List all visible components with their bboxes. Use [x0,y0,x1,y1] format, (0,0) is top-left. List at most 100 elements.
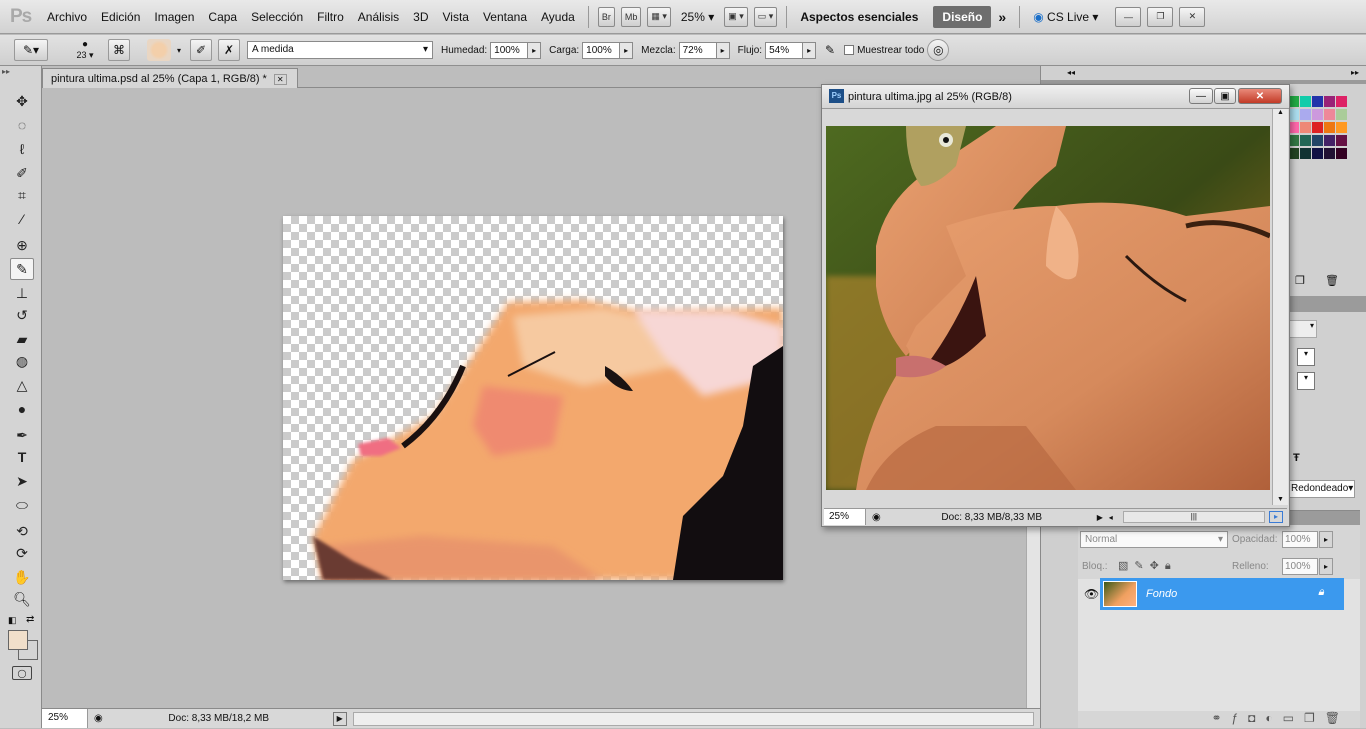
close-window-button[interactable]: ✕ [1179,6,1206,27]
floating-vertical-scrollbar[interactable]: ▲ ▼ [1272,109,1288,505]
humidity-slider-toggle[interactable]: ▸ [528,41,542,59]
menu-ayuda[interactable]: Ayuda [534,10,582,24]
load-input[interactable]: 100% [582,41,621,59]
scroll-right-icon[interactable]: ▸ [1269,511,1283,523]
color-swatch[interactable] [1324,109,1335,120]
pen-tool-icon[interactable]: ✒ [10,424,34,446]
marquee-tool-icon[interactable]: ◌ [10,114,34,136]
quick-mask-icon[interactable]: ◯ [12,666,32,680]
view-extras-icon[interactable]: ▦ ▾ [647,6,671,27]
horizontal-scrollbar[interactable] [352,711,1034,726]
minimize-button[interactable]: — [1189,88,1213,104]
opacity-input[interactable]: 100% [1282,531,1318,548]
blur-tool-icon[interactable]: △ [10,374,34,396]
arrange-documents-icon[interactable]: ▣ ▾ [724,6,748,27]
expand-dock-icon[interactable]: ▸▸ [1351,68,1359,77]
color-swatch[interactable] [1336,135,1347,146]
path-selection-tool-icon[interactable]: ➤ [10,470,34,492]
brush-preset-picker[interactable]: ● 23 ▾ [65,39,105,61]
move-tool-icon[interactable]: ✥ [10,90,34,112]
default-colors-icon[interactable]: ◧ [8,615,17,626]
dropdown-arrow-icon[interactable]: ▾ [1297,372,1315,390]
humidity-input[interactable]: 100% [490,41,529,59]
zoom-field[interactable]: 25% [42,709,88,728]
lock-icons[interactable]: ▧✎✥🔒︎ [1118,559,1177,573]
shape-tool-icon[interactable]: ⬭ [10,494,34,516]
menu-archivo[interactable]: Archivo [40,10,94,24]
mixer-brush-tool-icon[interactable]: ✎ [10,258,34,280]
dropdown-arrow-icon[interactable]: ▾ [1297,348,1315,366]
color-swatch[interactable] [1336,96,1347,107]
layer-actions-icons[interactable]: ⚭ƒ◘◐▭❐🗑︎ [1098,711,1360,729]
color-swatch[interactable] [1336,122,1347,133]
3d-rotate-tool-icon[interactable]: ⟲ [10,520,34,542]
color-swatch[interactable] [1336,148,1347,159]
flow-slider-toggle[interactable]: ▸ [803,41,817,59]
zoom-tool-icon[interactable]: 🔍︎ [10,588,34,610]
workspace-essentials[interactable]: Aspectos esenciales [793,10,925,24]
opacity-slider-toggle[interactable]: ▸ [1319,531,1333,548]
color-swatch[interactable] [1300,148,1311,159]
3d-orbit-tool-icon[interactable]: ⟳ [10,542,34,564]
airbrush-icon[interactable]: ✎ [819,39,841,61]
hand-tool-icon[interactable]: ✋ [10,566,34,588]
new-swatch-icon[interactable]: ❐ [1295,274,1305,287]
blend-mode-select[interactable]: Normal ▾ [1080,531,1228,548]
more-workspaces-icon[interactable]: » [991,9,1013,25]
menu-filtro[interactable]: Filtro [310,10,351,24]
tool-preset-picker-icon[interactable]: ✎▾ [14,39,48,61]
blend-preset-select[interactable]: A medida ▾ [247,41,434,59]
mix-slider-toggle[interactable]: ▸ [716,41,730,59]
reference-photo[interactable] [826,126,1270,490]
clean-brush-icon[interactable]: ✗ [218,39,241,61]
floating-window-titlebar[interactable]: Ps pintura ultima.jpg al 25% (RGB/8) — ▣… [822,85,1289,109]
scroll-left-icon[interactable]: ◂ [1109,513,1123,522]
zoom-level-menu[interactable]: 25% ▾ [674,10,721,24]
menu-edicion[interactable]: Edición [94,10,147,24]
screen-mode-icon[interactable]: ▭ ▾ [753,6,778,27]
scroll-up-icon[interactable]: ▲ [1273,109,1288,116]
color-swatch[interactable] [1300,96,1311,107]
minimize-window-button[interactable]: — [1115,6,1142,27]
floating-document-window[interactable]: Ps pintura ultima.jpg al 25% (RGB/8) — ▣… [821,84,1290,527]
tablet-pressure-icon[interactable]: ◎ [927,39,950,61]
color-swatch[interactable] [1300,122,1311,133]
color-swatch[interactable] [1312,122,1323,133]
menu-3d[interactable]: 3D [406,10,435,24]
color-swatch[interactable] [1324,96,1335,107]
menu-capa[interactable]: Capa [201,10,244,24]
status-menu-arrow-icon[interactable]: ▶ [332,711,347,726]
bridge-button[interactable]: Br [597,6,615,27]
collapse-panel-icon[interactable]: ▸▸ [2,67,10,76]
clone-stamp-tool-icon[interactable]: ⊥ [10,282,34,304]
flow-input[interactable]: 54% [765,41,804,59]
close-tab-icon[interactable]: ✕ [273,74,287,85]
fill-slider-toggle[interactable]: ▸ [1319,558,1333,575]
color-swatch[interactable] [1324,148,1335,159]
color-swatch[interactable] [1336,109,1347,120]
color-swatch[interactable] [1324,135,1335,146]
floating-zoom-field[interactable]: 25% [824,509,866,525]
foreground-color-swatch[interactable] [8,630,28,650]
color-swatch[interactable] [1324,122,1335,133]
close-button[interactable]: ✕ [1238,88,1282,104]
dropdown-arrow-icon[interactable]: ▾ [1289,320,1317,338]
color-swatch[interactable] [1312,148,1323,159]
menu-vista[interactable]: Vista [436,10,476,24]
brush-shape-select[interactable]: Redondeado ▾ [1287,480,1355,498]
color-swatch[interactable] [1300,109,1311,120]
current-brush-load-swatch[interactable] [147,39,171,61]
paint-bucket-tool-icon[interactable]: ◍ [10,350,34,372]
status-info-icon[interactable]: ◉ [94,713,103,724]
scroll-down-icon[interactable]: ▼ [1273,496,1288,503]
load-slider-toggle[interactable]: ▸ [620,41,634,59]
collapse-dock-icon[interactable]: ◂◂ [1067,68,1075,77]
menu-ventana[interactable]: Ventana [476,10,534,24]
crop-tool-icon[interactable]: ⌗ [10,184,34,206]
type-tool-icon[interactable]: T [10,446,34,468]
cs-live-menu[interactable]: ◉ CS Live ▾ [1026,10,1105,24]
history-brush-tool-icon[interactable]: ↺ [10,304,34,326]
chevron-down-icon[interactable]: ▾ [177,46,181,55]
dodge-tool-icon[interactable]: ● [10,398,34,420]
mix-input[interactable]: 72% [678,41,717,59]
